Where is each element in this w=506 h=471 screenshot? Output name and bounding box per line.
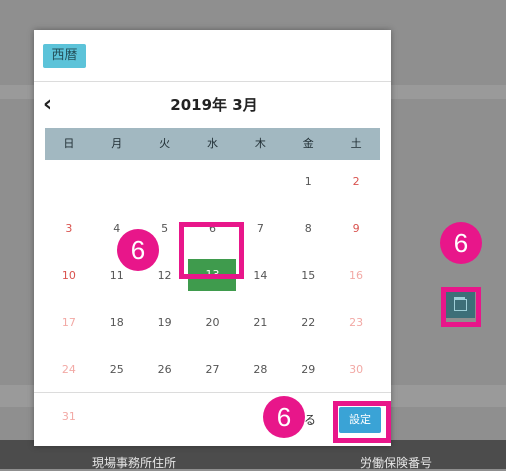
empty-cell	[93, 170, 141, 217]
weekday-label: 土	[350, 137, 362, 150]
day-cell[interactable]: 31	[45, 405, 93, 452]
weekday-label: 金	[302, 137, 314, 150]
calendar-week-row: 17 18 19 20 21 22 23	[45, 311, 380, 358]
close-button-label[interactable]: る	[304, 411, 316, 428]
calendar-week-row: 12	[45, 170, 380, 217]
step-badge: 6	[440, 222, 482, 264]
calendar-week-row: 24 25 26 27 28 29 30	[45, 358, 380, 405]
day-cell[interactable]: 21	[236, 311, 284, 358]
empty-cell	[189, 170, 237, 217]
background-footer-right: 労働保険番号	[360, 456, 433, 470]
day-cell[interactable]: 19	[141, 311, 189, 358]
day-cell[interactable]: 16	[332, 264, 380, 311]
weekday-label: 木	[254, 137, 266, 150]
empty-cell	[141, 405, 189, 452]
chevron-left-icon[interactable]: ‹	[43, 94, 61, 116]
day-cell[interactable]: 15	[284, 264, 332, 311]
day-cell[interactable]: 17	[45, 311, 93, 358]
day-cell[interactable]: 27	[189, 358, 237, 405]
era-mode-button[interactable]: 西暦	[43, 44, 86, 68]
day-cell[interactable]: 9	[332, 217, 380, 264]
day-cell[interactable]: 23	[332, 311, 380, 358]
day-cell[interactable]: 11	[93, 264, 141, 311]
day-cell[interactable]: 30	[332, 358, 380, 405]
day-cell[interactable]: 25	[93, 358, 141, 405]
calendar-grid: 1 2 3 4 5 6 7 8 9 10 11 12 13 14 15 16 17 18 19 20 21 22 23 24 2…	[45, 170, 380, 452]
empty-cell	[236, 170, 284, 217]
highlight-set-button	[333, 401, 391, 443]
background-footer-left: 現場事務所住所	[92, 456, 177, 470]
highlight-calendar-button	[441, 287, 481, 327]
day-cell[interactable]: 2	[332, 170, 380, 217]
day-cell[interactable]: 22	[284, 311, 332, 358]
step-badge: 6	[263, 396, 305, 438]
calendar-week-row: 31	[45, 405, 380, 452]
day-cell[interactable]: 24	[45, 358, 93, 405]
divider	[34, 392, 391, 393]
empty-cell	[45, 170, 93, 217]
empty-cell	[141, 170, 189, 217]
day-cell[interactable]: 3	[45, 217, 93, 264]
weekday-label: 水	[207, 137, 218, 150]
step-badge: 6	[117, 229, 159, 271]
weekday-label: 火	[159, 137, 171, 150]
day-cell[interactable]: 20	[189, 311, 237, 358]
day-cell[interactable]: 10	[45, 264, 93, 311]
divider	[34, 81, 391, 82]
weekday-header: 日月火水木金土	[45, 128, 380, 160]
weekday-label: 日	[63, 137, 75, 150]
empty-cell	[189, 405, 237, 452]
day-cell[interactable]: 8	[284, 217, 332, 264]
day-cell[interactable]: 26	[141, 358, 189, 405]
day-cell[interactable]: 18	[93, 311, 141, 358]
weekday-label: 月	[111, 137, 123, 150]
day-cell[interactable]: 1	[284, 170, 332, 217]
month-title: 2019年 3月	[170, 96, 258, 114]
highlight-selected-date	[179, 222, 244, 279]
empty-cell	[93, 405, 141, 452]
